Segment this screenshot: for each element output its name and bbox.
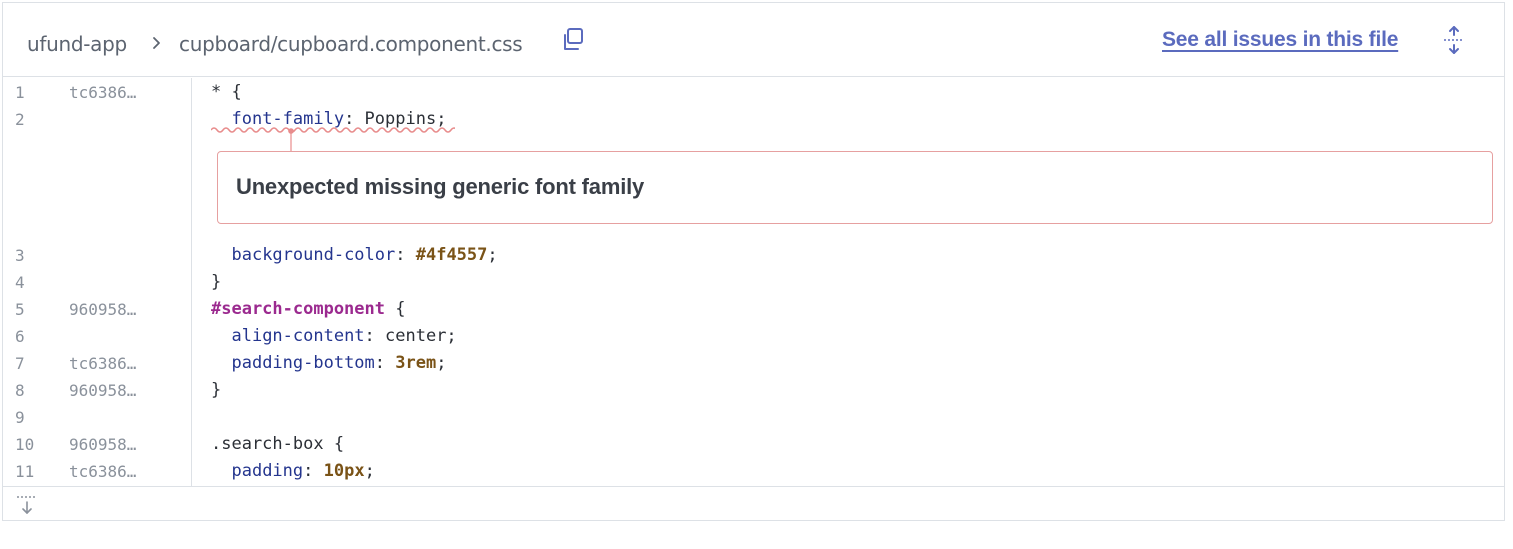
code-token: 10px: [323, 461, 365, 481]
code-footer: [3, 486, 1504, 520]
code-text: }: [211, 377, 221, 404]
code-text: }: [211, 269, 221, 296]
code-token: background-color: [231, 245, 396, 265]
code-text: padding-bottom: 3rem;: [211, 350, 446, 377]
code-token: ;: [436, 353, 447, 373]
code-token: padding-bottom: [231, 353, 375, 373]
chevron-right-icon: [147, 33, 167, 53]
code-area: 1 tc6386… * {2 font-family: Poppins; 3 back…: [3, 78, 1504, 486]
code-token: ;: [364, 461, 375, 481]
code-line: 3 background-color: #4f4557;: [3, 242, 1504, 269]
code-token: :: [374, 353, 396, 373]
line-number: 5: [15, 300, 25, 319]
line-number: 8: [15, 381, 25, 400]
code-line: 5 960958… #search-component {: [3, 296, 1504, 323]
issue-connector: [288, 128, 294, 152]
code-token: ;: [487, 245, 498, 265]
code-text: padding: 10px;: [211, 458, 375, 485]
line-number: 4: [15, 273, 25, 292]
code-token: :: [303, 461, 324, 481]
code-line: 7 tc6386… padding-bottom: 3rem;: [3, 350, 1504, 377]
line-number: 9: [15, 408, 25, 427]
code-token: }: [211, 272, 222, 292]
code-text: #search-component {: [211, 296, 405, 323]
code-text: align-content: center;: [211, 323, 457, 350]
load-more-icon[interactable]: [15, 494, 39, 516]
code-token: }: [211, 380, 222, 400]
blame-author[interactable]: tc6386…: [69, 79, 136, 106]
line-number: 1: [15, 83, 25, 102]
file-header: ufund-app cupboard/cupboard.component.cs…: [3, 3, 1504, 77]
code-token: {: [385, 299, 406, 319]
code-token: : center;: [364, 326, 457, 346]
issue-message-box[interactable]: Unexpected missing generic font family: [217, 151, 1493, 224]
code-line: 9: [3, 404, 1504, 431]
blame-author[interactable]: 960958…: [69, 431, 136, 458]
code-viewer: ufund-app cupboard/cupboard.component.cs…: [2, 2, 1505, 521]
code-line: 10 960958… .search-box {: [3, 431, 1504, 458]
code-token: 3rem: [395, 353, 437, 373]
code-line: 11 tc6386… padding: 10px;: [3, 458, 1504, 485]
code-line: 8 960958…}: [3, 377, 1504, 404]
line-number: 2: [15, 110, 25, 129]
copy-icon[interactable]: [559, 26, 587, 54]
code-token: * {: [211, 82, 242, 102]
code-token: :: [395, 245, 416, 265]
blame-author[interactable]: 960958…: [69, 377, 136, 404]
issue-message: Unexpected missing generic font family: [236, 174, 645, 199]
issue-squiggle-underline: [211, 127, 455, 133]
code-token: #search-component: [211, 299, 385, 319]
code-text: .search-box {: [211, 431, 344, 458]
line-number: 11: [15, 462, 35, 481]
breadcrumb-project[interactable]: ufund-app: [27, 32, 127, 56]
breadcrumb-file-path: cupboard/cupboard.component.css: [179, 32, 523, 56]
code-line: 4}: [3, 269, 1504, 296]
see-all-issues-link[interactable]: See all issues in this file: [1162, 28, 1398, 52]
code-token: .search-box {: [211, 434, 345, 454]
code-token: align-content: [231, 326, 365, 346]
expand-icon[interactable]: [1441, 25, 1467, 55]
blame-author[interactable]: tc6386…: [69, 458, 136, 485]
code-text: * {: [211, 79, 242, 106]
code-line: 6 align-content: center;: [3, 323, 1504, 350]
code-text: background-color: #4f4557;: [211, 242, 498, 269]
code-line: 1 tc6386… * {: [3, 79, 1504, 106]
line-number: 6: [15, 327, 25, 346]
code-token: padding: [231, 461, 304, 481]
blame-author[interactable]: tc6386…: [69, 350, 136, 377]
code-token: #4f4557: [415, 245, 488, 265]
line-number: 7: [15, 354, 25, 373]
line-number: 10: [15, 435, 35, 454]
blame-author[interactable]: 960958…: [69, 296, 136, 323]
line-number: 3: [15, 246, 25, 265]
